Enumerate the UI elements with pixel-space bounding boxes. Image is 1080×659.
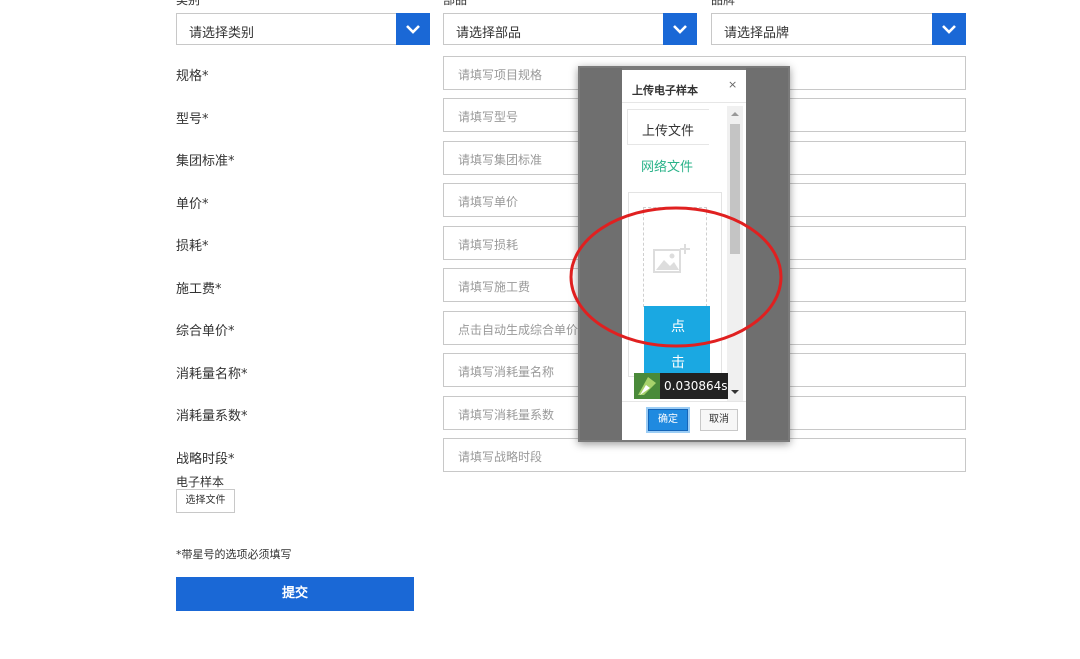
ok-button[interactable]: 确定 <box>648 409 688 431</box>
consumption-name-label: 消耗量名称* <box>176 367 248 382</box>
loss-label: 损耗* <box>176 239 209 254</box>
unit-price-label: 单价* <box>176 197 209 212</box>
dialog-title: 上传电子样本 <box>632 84 698 97</box>
brand-select-value: 请选择品牌 <box>724 26 790 41</box>
brand-select[interactable]: 请选择品牌 <box>711 13 966 45</box>
consumption-coef-placeholder: 请填写消耗量系数 <box>458 408 555 422</box>
consumption-name-placeholder: 请填写消耗量名称 <box>458 365 555 379</box>
click-text-2: 击 <box>671 355 685 371</box>
spec-placeholder: 请填写项目规格 <box>458 68 543 82</box>
construction-fee-label: 施工费* <box>176 282 222 297</box>
timer-badge: 0.030864s <box>634 373 728 399</box>
part-select-value: 请选择部品 <box>456 26 522 41</box>
divider <box>622 102 746 103</box>
strategic-period-input[interactable]: 请填写战略时段 <box>443 438 966 472</box>
annotation-circle-icon <box>569 206 783 348</box>
close-icon[interactable]: × <box>728 78 737 91</box>
consumption-coef-label: 消耗量系数* <box>176 409 248 424</box>
category-select[interactable]: 请选择类别 <box>176 13 430 45</box>
required-note: *带星号的选项必须填写 <box>176 548 292 561</box>
tab-network-file[interactable]: 网络文件 <box>641 156 693 175</box>
tab-upload-file-label: 上传文件 <box>642 124 695 139</box>
chevron-down-icon <box>673 25 687 34</box>
model-label: 型号* <box>176 112 209 127</box>
scroll-up-icon[interactable] <box>727 108 743 120</box>
brand-label: 品牌 <box>711 0 736 7</box>
part-select[interactable]: 请选择部品 <box>443 13 697 45</box>
choose-file-button[interactable]: 选择文件 <box>176 489 235 513</box>
tab-upload-file[interactable]: 上传文件 <box>627 109 709 145</box>
loss-placeholder: 请填写损耗 <box>458 238 519 252</box>
timer-text: 0.030864s <box>664 379 728 393</box>
category-label: 类别 <box>176 0 201 7</box>
strategic-period-placeholder: 请填写战略时段 <box>458 450 543 464</box>
timer-logo-icon <box>634 373 660 399</box>
model-placeholder: 请填写型号 <box>458 110 519 124</box>
part-label: 部品 <box>443 0 468 7</box>
group-standard-placeholder: 请填写集团标准 <box>458 153 543 167</box>
group-standard-label: 集团标准* <box>176 154 235 169</box>
total-unit-price-placeholder: 点击自动生成综合单价 <box>458 323 579 337</box>
chevron-down-icon <box>942 25 956 34</box>
scroll-down-icon[interactable] <box>727 386 743 398</box>
brand-dropdown-button[interactable] <box>932 13 966 45</box>
submit-button[interactable]: 提交 <box>176 577 414 611</box>
construction-fee-placeholder: 请填写施工费 <box>458 280 531 294</box>
cancel-button[interactable]: 取消 <box>700 409 738 431</box>
category-select-value: 请选择类别 <box>189 26 255 41</box>
chevron-down-icon <box>406 25 420 34</box>
spec-label: 规格* <box>176 69 209 84</box>
unit-price-placeholder: 请填写单价 <box>458 195 519 209</box>
e-sample-label: 电子样本 <box>176 475 225 489</box>
part-dropdown-button[interactable] <box>663 13 697 45</box>
category-dropdown-button[interactable] <box>396 13 430 45</box>
footer-divider <box>622 401 746 402</box>
strategic-period-label: 战略时段* <box>176 452 235 467</box>
total-unit-price-label: 综合单价* <box>176 324 235 339</box>
